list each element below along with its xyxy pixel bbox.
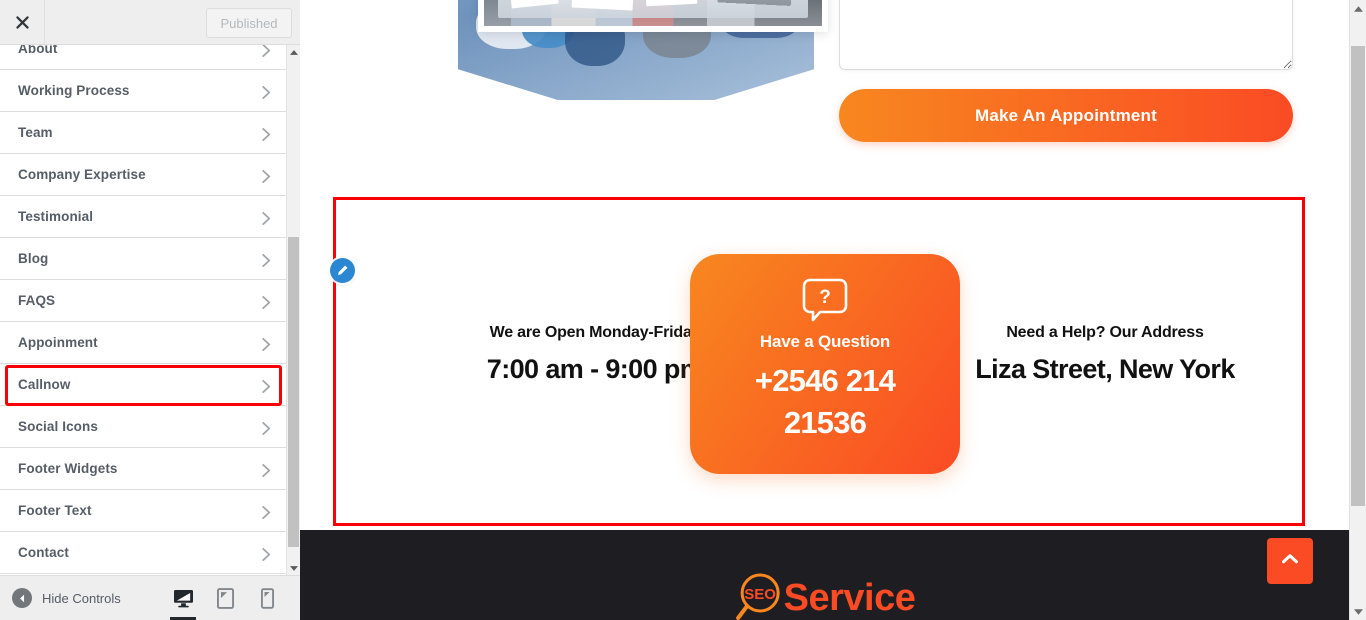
preview-frame: Make An Appointment We are Open Monday-F…: [300, 0, 1366, 620]
sidebar-item-label: About: [18, 45, 58, 56]
edit-pencil-icon[interactable]: [330, 258, 355, 283]
chevron-right-icon: [260, 379, 272, 393]
sidebar-item-label: Testimonial: [18, 209, 94, 224]
device-preview-buttons: [162, 576, 288, 620]
chevron-right-icon: [260, 85, 272, 99]
customizer-nav-list: About Working Process Team Company Expertis…: [0, 45, 286, 574]
address-column: Need a Help? Our Address Liza Street, Ne…: [905, 324, 1305, 385]
customizer-scrollbar-up-arrow[interactable]: [287, 45, 300, 59]
sidebar-item-company-expertise[interactable]: Company Expertise: [0, 154, 286, 196]
chevron-right-icon: [260, 211, 272, 225]
published-button[interactable]: Published: [206, 8, 292, 38]
chevron-right-icon: [260, 169, 272, 183]
customizer-scrollbar-thumb[interactable]: [288, 237, 299, 547]
chevron-right-icon: [260, 295, 272, 309]
hide-controls-label: Hide Controls: [42, 590, 121, 606]
sidebar-item-footer-text[interactable]: Footer Text: [0, 490, 286, 532]
sidebar-item-label: Team: [18, 125, 53, 140]
sidebar-item-social-icons[interactable]: Social Icons: [0, 406, 286, 448]
message-textarea[interactable]: [839, 0, 1293, 70]
seo-logo-text: SEO: [744, 586, 776, 603]
hero-photo-collage: [458, 0, 828, 100]
question-card-phone: +2546 214 21536: [754, 363, 896, 440]
sidebar-item-working-process[interactable]: Working Process: [0, 70, 286, 112]
sidebar-item-contact[interactable]: Contact: [0, 532, 286, 574]
sidebar-item-team[interactable]: Team: [0, 112, 286, 154]
sidebar-item-label: Company Expertise: [18, 167, 146, 182]
preview-scrollbar-thumb[interactable]: [1351, 46, 1365, 506]
chevron-right-icon: [260, 505, 272, 519]
question-bubble-icon: ?: [800, 276, 850, 324]
customizer-footer: Hide Controls: [0, 575, 300, 620]
sidebar-item-label: Callnow: [18, 377, 71, 392]
seo-magnifier-icon: SEO: [734, 570, 790, 620]
sidebar-item-label: Appoinment: [18, 335, 98, 350]
sidebar-item-blog[interactable]: Blog: [0, 238, 286, 280]
customizer-header: Published: [0, 0, 300, 45]
callnow-section: We are Open Monday-Friday 7:00 am - 9:00…: [335, 199, 1303, 524]
customizer-scrollbar-down-arrow[interactable]: [287, 561, 300, 575]
sidebar-item-callnow[interactable]: Callnow: [0, 364, 286, 406]
sidebar-item-appoinment[interactable]: Appoinment: [0, 322, 286, 364]
customizer-scrollbar[interactable]: [286, 45, 300, 575]
collage-foreground-image: [478, 0, 828, 32]
chevron-right-icon: [260, 547, 272, 561]
customizer-nav-scroll: About Working Process Team Company Expertis…: [0, 45, 300, 575]
sidebar-item-label: Contact: [18, 545, 69, 560]
address-title: Need a Help? Our Address: [1006, 324, 1204, 341]
chevron-right-icon: [260, 421, 272, 435]
sidebar-item-footer-widgets[interactable]: Footer Widgets: [0, 448, 286, 490]
make-appointment-button[interactable]: Make An Appointment: [839, 89, 1293, 142]
chevron-right-icon: [260, 45, 272, 57]
customizer-sidebar: Published About Working Process Team Compan…: [0, 0, 300, 620]
preview-scrollbar[interactable]: [1349, 0, 1366, 620]
sidebar-item-about[interactable]: About: [0, 45, 286, 70]
sidebar-item-faqs[interactable]: FAQS: [0, 280, 286, 322]
chevron-right-icon: [260, 253, 272, 267]
device-tablet-button[interactable]: [204, 576, 246, 620]
sidebar-item-testimonial[interactable]: Testimonial: [0, 196, 286, 238]
chevron-right-icon: [260, 127, 272, 141]
question-card-title: Have a Question: [759, 332, 891, 351]
site-logo[interactable]: SEO Service: [734, 570, 916, 620]
sidebar-item-label: Footer Text: [18, 503, 92, 518]
site-logo-text: Service: [783, 576, 916, 619]
sidebar-item-label: Blog: [18, 251, 49, 266]
preview-top-region: Make An Appointment: [300, 0, 1349, 190]
collapse-left-icon: [12, 588, 32, 608]
chevron-up-icon: [1279, 548, 1301, 575]
hide-controls-button[interactable]: Hide Controls: [12, 588, 121, 608]
sidebar-item-label: Footer Widgets: [18, 461, 118, 476]
device-mobile-button[interactable]: [246, 576, 288, 620]
address-value: Liza Street, New York: [975, 354, 1235, 384]
sidebar-item-label: FAQS: [18, 293, 56, 308]
customizer-screen: Make An Appointment We are Open Monday-F…: [0, 0, 1366, 620]
chevron-right-icon: [260, 463, 272, 477]
chevron-right-icon: [260, 337, 272, 351]
svg-text:?: ?: [819, 287, 831, 308]
sidebar-item-label: Social Icons: [18, 419, 98, 434]
device-desktop-button[interactable]: [162, 576, 204, 620]
scroll-to-top-button[interactable]: [1267, 538, 1313, 584]
preview-scrollbar-up-arrow[interactable]: [1350, 0, 1366, 17]
sidebar-item-label: Working Process: [18, 83, 130, 98]
site-footer: SEO Service: [300, 530, 1349, 620]
close-icon[interactable]: [0, 0, 45, 44]
preview-scrollbar-down-arrow[interactable]: [1350, 603, 1366, 620]
